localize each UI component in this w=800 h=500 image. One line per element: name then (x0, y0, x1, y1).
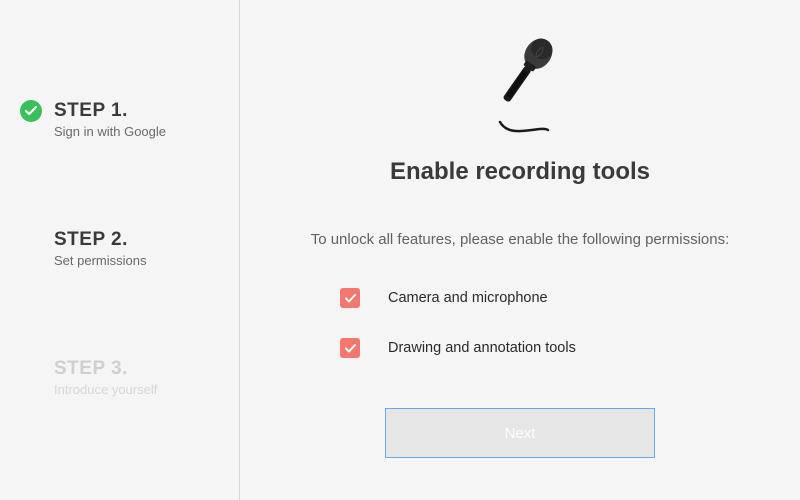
checkbox-camera-mic[interactable] (340, 288, 360, 308)
permission-label: Camera and microphone (388, 290, 548, 306)
permissions-list: Camera and microphone Drawing and annota… (340, 288, 576, 388)
step-icon-placeholder (20, 358, 42, 380)
checkmark-icon (345, 344, 356, 353)
step-title: STEP 1. (54, 100, 166, 122)
next-button[interactable]: Next (385, 408, 655, 458)
step-subtitle: Sign in with Google (54, 124, 166, 139)
step-subtitle: Introduce yourself (54, 382, 157, 397)
permission-row: Camera and microphone (340, 288, 576, 308)
checkmark-icon (345, 294, 356, 303)
step-title: STEP 3. (54, 358, 157, 380)
step-icon-placeholder (20, 229, 42, 251)
microphone-icon (470, 30, 570, 140)
page-body: To unlock all features, please enable th… (311, 231, 730, 248)
step-3: STEP 3. Introduce yourself (20, 358, 219, 397)
permission-row: Drawing and annotation tools (340, 338, 576, 358)
step-subtitle: Set permissions (54, 253, 146, 268)
check-circle-icon (20, 100, 42, 122)
step-2: STEP 2. Set permissions (20, 229, 219, 268)
step-title: STEP 2. (54, 229, 146, 251)
onboarding-main: Enable recording tools To unlock all fea… (240, 0, 800, 500)
checkbox-drawing-tools[interactable] (340, 338, 360, 358)
step-1: STEP 1. Sign in with Google (20, 100, 219, 139)
page-title: Enable recording tools (390, 158, 650, 186)
next-button-label: Next (505, 425, 536, 442)
onboarding-sidebar: STEP 1. Sign in with Google STEP 2. Set … (0, 0, 240, 500)
permission-label: Drawing and annotation tools (388, 340, 576, 356)
